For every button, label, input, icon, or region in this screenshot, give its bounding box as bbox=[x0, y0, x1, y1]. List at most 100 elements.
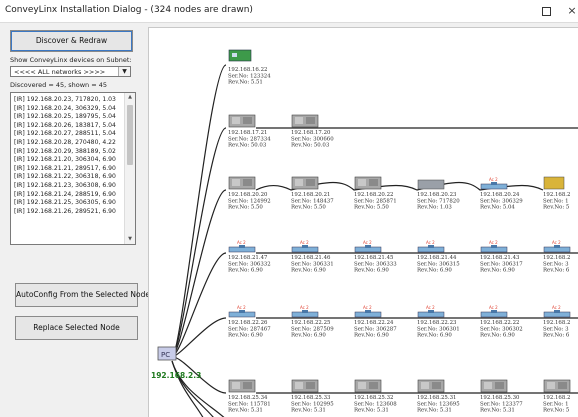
node-rev-label: Rev.No: 5.04 bbox=[480, 205, 515, 211]
node-rev-label: Rev.No: 6.90 bbox=[354, 268, 389, 274]
ac-label: Ac 2 bbox=[300, 240, 309, 245]
scroll-thumb[interactable] bbox=[127, 105, 133, 165]
node-ip-label: 192.168.25.34 bbox=[228, 395, 268, 401]
node-rev-label: Rev.No: 5.50 bbox=[354, 205, 389, 211]
module-icon[interactable] bbox=[543, 176, 565, 190]
module-face-icon bbox=[243, 117, 252, 124]
node-ser-label: Ser.No: 300660 bbox=[291, 136, 334, 142]
replace-node-button[interactable]: Replace Selected Node bbox=[15, 316, 138, 340]
node-rev-label: Rev.No: 6.90 bbox=[480, 333, 515, 339]
list-item[interactable]: [IR] 192.168.20.24, 306329, 5.04 bbox=[12, 105, 125, 114]
subnet-select[interactable]: <<<< ALL networks >>>> ▼ bbox=[10, 66, 131, 77]
node-rev-label: Rev.No: 6.90 bbox=[291, 268, 326, 274]
module-face-icon bbox=[295, 179, 303, 186]
ac-label: Ac 2 bbox=[426, 240, 435, 245]
ac-label: Ac 2 bbox=[363, 305, 372, 310]
ac-label: Ac 2 bbox=[300, 305, 309, 310]
node-ser-label: Ser.No: 123695 bbox=[417, 401, 460, 407]
list-item[interactable]: [IR] 192.168.21.25, 306305, 6.90 bbox=[12, 199, 125, 208]
ac-label: Ac 2 bbox=[426, 305, 435, 310]
close-button[interactable]: × bbox=[562, 3, 578, 19]
module-face-icon bbox=[232, 382, 240, 389]
list-item[interactable]: [IR] 192.168.20.29, 388189, 5.02 bbox=[12, 148, 125, 157]
node-ser-label: Ser.No: 287509 bbox=[291, 326, 334, 332]
module-face-icon bbox=[358, 179, 366, 186]
list-item[interactable]: [IR] 192.168.21.26, 289521, 6.90 bbox=[12, 208, 125, 217]
list-item[interactable]: [IR] 192.168.20.27, 288511, 5.04 bbox=[12, 130, 125, 139]
node-ser-label: Ser.No: 285871 bbox=[354, 198, 397, 204]
node-ser-label: Ser.No: 287334 bbox=[228, 136, 271, 142]
node-ser-label: Ser.No: 115781 bbox=[228, 401, 271, 407]
node-ip-label: 192.168.17.21 bbox=[228, 130, 267, 136]
pc-label: PC bbox=[161, 351, 170, 359]
module-face-icon bbox=[547, 382, 555, 389]
node-ip-label: 192.168.20.23 bbox=[417, 192, 457, 198]
autoconfig-button[interactable]: AutoConfig From the Selected Node bbox=[15, 283, 150, 307]
node-rev-label: Rev.No: 6.90 bbox=[417, 268, 452, 274]
module-icon[interactable] bbox=[417, 179, 445, 190]
module-face-icon bbox=[243, 382, 252, 389]
drive-port-icon bbox=[239, 310, 245, 313]
node-rev-label: Rev.No: 5.51 bbox=[228, 80, 263, 86]
list-item[interactable]: [IR] 192.168.20.28, 270480, 4.22 bbox=[12, 139, 125, 148]
node-rev-label: Rev.No: 1.03 bbox=[417, 205, 452, 211]
node-ip-label: 192.168.22.22 bbox=[480, 320, 519, 326]
chevron-down-icon[interactable]: ▼ bbox=[118, 67, 130, 76]
node-ser-label: Ser.No: 3 bbox=[543, 261, 569, 267]
node-ser-label: Ser.No: 306332 bbox=[228, 261, 271, 267]
node-rev-label: Rev.No: 5.31 bbox=[228, 408, 263, 414]
node-rev-label: Rev.No: 5.31 bbox=[291, 408, 326, 414]
list-item[interactable]: [IR] 192.168.20.23, 717820, 1.03 bbox=[12, 96, 125, 105]
node-ip-label: 192.168.25.31 bbox=[417, 395, 456, 401]
window-title: ConveyLinx Installation Dialog - (324 no… bbox=[5, 5, 253, 15]
node-rev-label: Rev.No: 6.90 bbox=[228, 333, 263, 339]
node-rev-label: Rev.No: 5.31 bbox=[417, 408, 452, 414]
module-face-icon bbox=[306, 382, 315, 389]
drive-port-icon bbox=[365, 310, 371, 313]
list-item[interactable]: [IR] 192.168.21.21, 289517, 6.90 bbox=[12, 165, 125, 174]
module-face-icon bbox=[306, 179, 315, 186]
scroll-down-icon[interactable]: ▼ bbox=[125, 235, 135, 244]
drive-port-icon bbox=[554, 310, 560, 313]
node-ser-label: Ser.No: 148437 bbox=[291, 198, 334, 204]
module-face-icon bbox=[432, 382, 441, 389]
discover-redraw-button[interactable]: Discover & Redraw bbox=[10, 30, 133, 52]
node-ser-label: Ser.No: 306329 bbox=[480, 198, 523, 204]
node-ip-label: 192.168.22.24 bbox=[354, 320, 394, 326]
list-item[interactable]: [IR] 192.168.21.20, 306304, 6.90 bbox=[12, 156, 125, 165]
ac-label: Ac 2 bbox=[237, 240, 246, 245]
node-ser-label: Ser.No: 1 bbox=[543, 198, 569, 204]
node-rev-label: Rev.No: 5.31 bbox=[354, 408, 389, 414]
node-ser-label: Ser.No: 306333 bbox=[354, 261, 397, 267]
subnet-select-value: <<<< ALL networks >>>> bbox=[14, 68, 106, 76]
node-ip-label: 192.168.2 bbox=[543, 192, 570, 198]
node-ip-label: 192.168.20.22 bbox=[354, 192, 393, 198]
title-bar: ConveyLinx Installation Dialog - (324 no… bbox=[0, 0, 578, 23]
list-item[interactable]: [IR] 192.168.20.25, 189795, 5.04 bbox=[12, 113, 125, 122]
node-list[interactable]: [IR] 192.168.20.23, 717820, 1.03 [IR] 192… bbox=[10, 92, 136, 245]
node-list-scrollbar[interactable]: ▲ ▼ bbox=[124, 93, 135, 244]
node-rev-label: Rev.No: 6.90 bbox=[291, 333, 326, 339]
list-item[interactable]: [IR] 192.168.21.23, 306308, 6.90 bbox=[12, 182, 125, 191]
discovered-count: Discovered = 45, shown = 45 bbox=[10, 81, 107, 89]
node-rev-label: Rev.No: 50.03 bbox=[291, 143, 330, 149]
list-item[interactable]: [IR] 192.168.21.22, 306318, 6.90 bbox=[12, 173, 125, 182]
scroll-up-icon[interactable]: ▲ bbox=[125, 93, 135, 102]
node-rev-label: Rev.No: 50.03 bbox=[228, 143, 267, 149]
maximize-button[interactable] bbox=[536, 3, 556, 19]
close-icon: × bbox=[567, 4, 577, 17]
node-ip-label: 192.168.2 bbox=[543, 320, 570, 326]
link-line bbox=[171, 252, 227, 358]
node-ser-label: Ser.No: 3 bbox=[543, 326, 569, 332]
list-item[interactable]: [IR] 192.168.20.26, 183817, 5.04 bbox=[12, 122, 125, 131]
node-ip-label: 192.168.2 bbox=[543, 395, 570, 401]
module-face-icon bbox=[358, 382, 366, 389]
list-item[interactable]: [IR] 192.168.21.24, 288519, 6.90 bbox=[12, 191, 125, 200]
topology-diagram[interactable]: PC 192.168.2.3 192.168.16.22Ser.No: 123324… bbox=[149, 28, 578, 417]
node-ser-label: Ser.No: 123608 bbox=[354, 401, 397, 407]
module-face-icon bbox=[484, 382, 492, 389]
module-face-icon bbox=[369, 179, 378, 186]
node-rev-label: Rev.No: 6 bbox=[543, 268, 570, 274]
topology-canvas[interactable]: PC 192.168.2.3 192.168.16.22 Ser.No: 123324… bbox=[148, 27, 578, 417]
node-ip-label: 192.168.22.23 bbox=[417, 320, 457, 326]
